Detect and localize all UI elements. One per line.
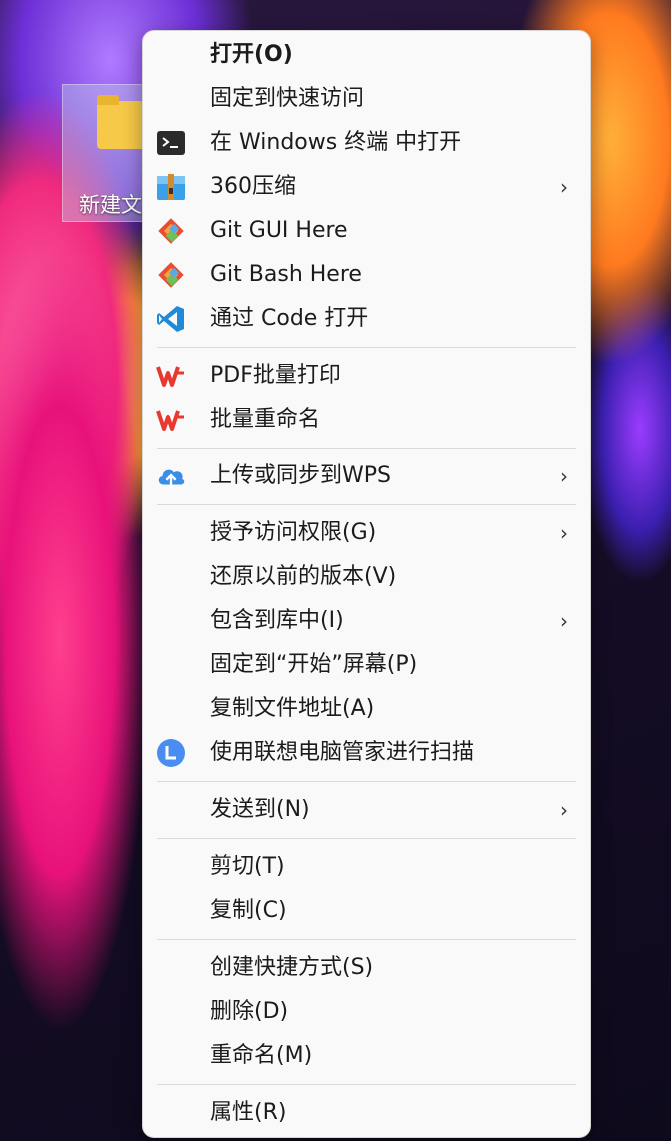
menu-separator (157, 781, 576, 782)
menu-item-label: 使用联想电脑管家进行扫描 (210, 740, 475, 765)
menu-item-label: 上传或同步到WPS (210, 463, 391, 488)
menu-separator (157, 838, 576, 839)
menu-item-pin-to-start[interactable]: 固定到“开始”屏幕(P) (143, 645, 590, 685)
menu-item-copy[interactable]: 复制(C) (143, 891, 590, 931)
menu-item-create-shortcut[interactable]: 创建快捷方式(S) (143, 948, 590, 988)
submenu-arrow-icon: › (560, 175, 568, 199)
menu-item-git-gui[interactable]: Git GUI Here (143, 211, 590, 251)
menu-item-send-to[interactable]: 发送到(N) › (143, 790, 590, 830)
menu-item-label: 360压缩 (210, 174, 296, 199)
submenu-arrow-icon: › (560, 464, 568, 488)
lenovo-manager-icon (156, 738, 186, 768)
menu-item-pin-quick-access[interactable]: 固定到快速访问 (143, 79, 590, 119)
menu-item-label: 批量重命名 (210, 407, 321, 432)
menu-item-open-in-terminal[interactable]: 在 Windows 终端 中打开 (143, 123, 590, 163)
menu-separator (157, 347, 576, 348)
menu-item-batch-rename[interactable]: 批量重命名 (143, 400, 590, 440)
menu-item-label: 剪切(T) (210, 854, 285, 879)
menu-item-open-with-code[interactable]: 通过 Code 打开 (143, 299, 590, 339)
menu-item-label: 复制(C) (210, 898, 287, 923)
menu-item-pdf-batch-print[interactable]: PDF批量打印 (143, 356, 590, 396)
wps-icon (156, 405, 186, 435)
context-menu: 打开(O) 固定到快速访问 在 Windows 终端 中打开 360压缩 › G… (142, 30, 591, 1138)
menu-item-label: 重命名(M) (210, 1043, 313, 1068)
git-icon (156, 216, 186, 246)
menu-item-label: 删除(D) (210, 999, 289, 1024)
cloud-upload-icon (156, 461, 186, 491)
menu-item-label: Git Bash Here (210, 262, 362, 287)
menu-item-cut[interactable]: 剪切(T) (143, 847, 590, 887)
menu-item-label: 复制文件地址(A) (210, 696, 375, 721)
menu-item-git-bash[interactable]: Git Bash Here (143, 255, 590, 295)
menu-separator (157, 504, 576, 505)
menu-item-label: 创建快捷方式(S) (210, 955, 374, 980)
menu-separator (157, 448, 576, 449)
menu-item-copy-path[interactable]: 复制文件地址(A) (143, 689, 590, 729)
menu-item-give-access[interactable]: 授予访问权限(G) › (143, 513, 590, 553)
submenu-arrow-icon: › (560, 521, 568, 545)
submenu-arrow-icon: › (560, 609, 568, 633)
menu-item-label: 固定到快速访问 (210, 86, 365, 111)
menu-item-delete[interactable]: 删除(D) (143, 992, 590, 1032)
submenu-arrow-icon: › (560, 798, 568, 822)
menu-item-label: 还原以前的版本(V) (210, 564, 397, 589)
menu-item-include-in-library[interactable]: 包含到库中(I) › (143, 601, 590, 641)
menu-item-label: 属性(R) (210, 1100, 287, 1125)
menu-item-lenovo-scan[interactable]: 使用联想电脑管家进行扫描 (143, 733, 590, 773)
menu-item-label: 固定到“开始”屏幕(P) (210, 652, 418, 677)
menu-separator (157, 939, 576, 940)
desktop-folder-label: 新建文 (79, 193, 142, 217)
archive-360-icon (156, 172, 186, 202)
menu-item-label: 包含到库中(I) (210, 608, 344, 633)
menu-item-label: PDF批量打印 (210, 363, 341, 388)
menu-item-rename[interactable]: 重命名(M) (143, 1036, 590, 1076)
menu-item-open[interactable]: 打开(O) (143, 35, 590, 75)
menu-separator (157, 1084, 576, 1085)
menu-item-label: 通过 Code 打开 (210, 306, 369, 331)
vscode-icon (156, 304, 186, 334)
menu-item-label: Git GUI Here (210, 218, 348, 243)
menu-item-label: 打开(O) (210, 42, 293, 67)
menu-item-label: 授予访问权限(G) (210, 520, 377, 545)
git-icon (156, 260, 186, 290)
terminal-icon (156, 128, 186, 158)
menu-item-restore-previous-versions[interactable]: 还原以前的版本(V) (143, 557, 590, 597)
menu-item-sync-to-wps[interactable]: 上传或同步到WPS › (143, 456, 590, 496)
menu-item-properties[interactable]: 属性(R) (143, 1093, 590, 1133)
menu-item-label: 发送到(N) (210, 797, 310, 822)
desktop-folder-new[interactable]: 新建文 (62, 84, 152, 222)
wps-icon (156, 361, 186, 391)
menu-item-360-zip[interactable]: 360压缩 › (143, 167, 590, 207)
menu-item-label: 在 Windows 终端 中打开 (210, 130, 462, 155)
